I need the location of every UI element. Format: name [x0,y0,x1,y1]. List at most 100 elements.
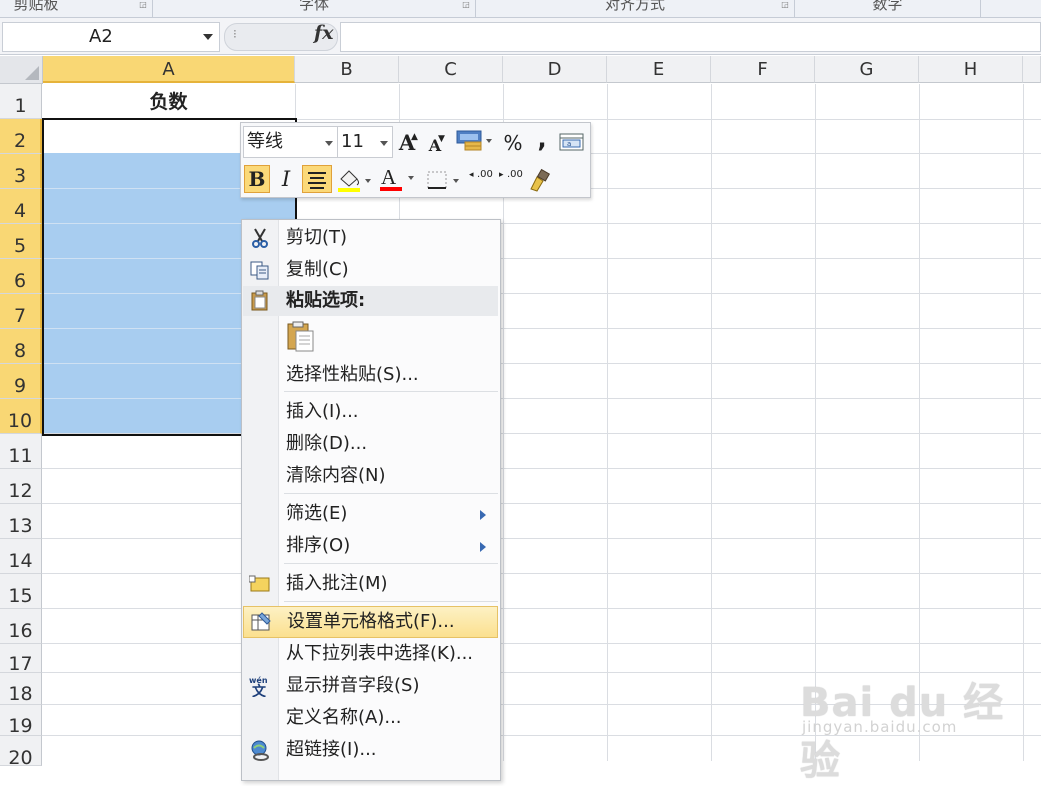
decrease-decimal-icon: .00 [507,169,523,180]
row-header-13[interactable]: 13 [0,504,42,539]
chevron-down-icon[interactable] [408,176,414,180]
arrow-right-icon: ▸ [499,170,504,180]
insert-function-icon[interactable]: fx [314,22,334,44]
chevron-down-icon[interactable] [380,141,388,146]
column-header-g[interactable]: G [815,56,919,83]
menu-item-insert-comment[interactable]: 插入批注(M) [243,569,498,599]
row-header-12[interactable]: 12 [0,469,42,504]
row-header-3[interactable]: 3 [0,154,42,189]
baidu-jingyan-watermark: Bai du 经验 jingyan.baidu.com [800,650,1020,784]
row-header-9[interactable]: 9 [0,364,42,399]
grow-font-button[interactable]: A ▲ [396,129,418,155]
row-header-6[interactable]: 6 [0,259,42,294]
scissors-icon [249,227,271,249]
row-header-1[interactable]: 1 [0,84,42,119]
row-header-2[interactable]: 2 [0,119,42,154]
row-header-4[interactable]: 4 [0,189,42,224]
font-name-dropdown[interactable]: 等线 [243,126,338,158]
menu-item-label: 插入批注(M) [286,573,388,594]
menu-header-paste-options: 粘贴选项: [243,286,498,316]
row-header-5[interactable]: 5 [0,224,42,259]
row-header-10[interactable]: 10 [0,399,42,434]
column-header-h[interactable]: H [919,56,1023,83]
font-size-dropdown[interactable]: 11 [337,126,393,158]
gridline [42,573,1041,574]
fill-color-icon [338,170,371,192]
font-size-value: 11 [341,131,364,152]
dialog-launcher-icon[interactable]: ◲ [462,1,470,9]
chevron-down-icon[interactable] [325,141,333,146]
resize-handle-icon[interactable]: ⁝ [233,27,237,41]
column-header-e[interactable]: E [607,56,711,83]
row-header-11[interactable]: 11 [0,434,42,469]
menu-item-define-name[interactable]: 定义名称(A)... [243,703,498,733]
cell-a1[interactable]: 负数 [43,85,294,119]
ribbon-group-label: 对齐方式 [604,0,665,13]
row-header-7[interactable]: 7 [0,294,42,329]
gridline [42,643,1041,644]
menu-item-delete[interactable]: 删除(D)... [243,429,498,459]
center-align-button[interactable] [302,165,332,193]
menu-item-label: 复制(C) [286,259,349,280]
menu-item-label: 剪切(T) [286,227,348,248]
arrow-down-icon: ▼ [438,134,445,144]
menu-separator [284,563,498,564]
name-box[interactable]: A2 [2,22,220,52]
paste-option-icon [286,321,316,353]
dialog-launcher-icon[interactable]: ◲ [781,1,789,9]
italic-button[interactable]: I [274,165,298,193]
menu-item-clear-contents[interactable]: 清除内容(N) [243,461,498,491]
menu-item-copy[interactable]: 复制(C) [243,255,498,285]
bold-button[interactable]: B [244,165,270,193]
row-header-16[interactable]: 16 [0,609,42,644]
column-header-c[interactable]: C [399,56,503,83]
gridline [607,84,608,761]
submenu-arrow-icon [480,542,486,552]
context-menu: 剪切(T) 复制(C) 粘贴选项: 选择性粘贴(S)... 插入(I)... 删… [241,219,501,781]
menu-item-insert[interactable]: 插入(I)... [243,397,498,427]
gridline [42,608,1041,609]
font-color-button[interactable]: A [379,165,417,193]
pinyin-icon: wén 文 [249,675,271,700]
paste-option-button[interactable] [243,318,498,358]
dialog-launcher-icon[interactable]: ◲ [139,1,147,9]
column-header-b[interactable]: B [295,56,399,83]
row-header-15[interactable]: 15 [0,574,42,609]
column-header-i[interactable] [1023,56,1041,83]
menu-item-pick-from-list[interactable]: 从下拉列表中选择(K)... [243,639,498,669]
menu-item-format-cells[interactable]: 设置单元格格式(F)... [243,606,498,638]
row-header-19[interactable]: 19 [0,705,42,737]
column-header-d[interactable]: D [503,56,607,83]
borders-icon [427,171,459,189]
format-painter-button[interactable] [527,167,553,193]
column-header-f[interactable]: F [711,56,815,83]
column-header-a[interactable]: A [43,56,295,83]
accounting-format-button[interactable] [455,129,495,153]
row-header-20[interactable]: 20 [0,736,42,769]
menu-item-cut[interactable]: 剪切(T) [243,223,498,253]
row-header-18[interactable]: 18 [0,673,42,705]
percent-style-button[interactable]: % [501,129,525,155]
merge-center-button[interactable]: a [559,132,585,154]
menu-item-show-pinyin[interactable]: wén 文 显示拼音字段(S) [243,671,498,701]
select-all-button[interactable] [0,56,43,84]
ribbon-group-label: 数字 [872,0,903,13]
chevron-down-icon[interactable] [203,34,213,40]
menu-item-filter[interactable]: 筛选(E) [243,499,498,529]
menu-item-paste-special[interactable]: 选择性粘贴(S)... [243,360,498,390]
decrease-decimal-button[interactable]: ▸ .00 [499,167,523,193]
row-header-17[interactable]: 17 [0,644,42,675]
increase-decimal-icon: .00 [477,169,493,180]
row-header-14[interactable]: 14 [0,539,42,574]
formula-input[interactable] [340,22,1041,52]
menu-item-label: 定义名称(A)... [286,707,402,728]
row-header-8[interactable]: 8 [0,329,42,364]
shrink-font-button[interactable]: A ▼ [424,132,446,156]
increase-decimal-button[interactable]: ◂ .00 [469,167,493,193]
menu-item-sort[interactable]: 排序(O) [243,531,498,561]
menu-item-label: 筛选(E) [286,503,348,524]
fill-color-button[interactable] [337,167,375,193]
comma-style-button[interactable]: , [533,125,551,153]
gridline [42,468,1041,469]
borders-button[interactable] [425,167,463,193]
